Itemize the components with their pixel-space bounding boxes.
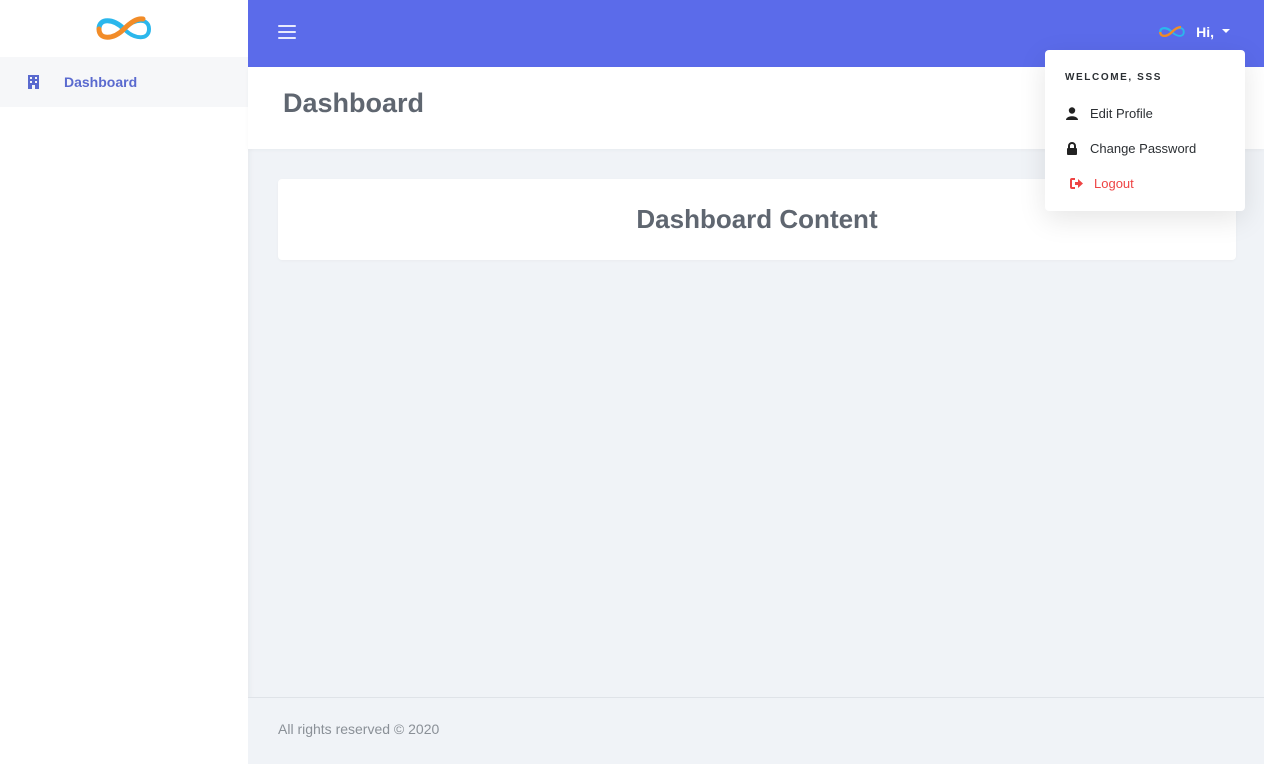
caret-down-icon [1222,29,1230,33]
footer: All rights reserved © 2020 [248,697,1264,764]
hamburger-icon[interactable] [278,25,296,41]
logout-menu-item[interactable]: Logout [1069,176,1134,191]
sidebar-item-label: Dashboard [64,74,138,90]
user-dropdown-menu: WELCOME, SSS Edit Profile Change Passwor… [1045,50,1245,211]
building-icon [27,75,39,89]
user-greeting: Hi, [1196,24,1214,40]
content-title: Dashboard Content [636,204,878,234]
sidebar-item-dashboard[interactable]: Dashboard [0,57,248,107]
infinity-logo-icon [96,15,152,40]
user-menu-toggle[interactable]: Hi, [1156,24,1230,40]
logout-label: Logout [1094,176,1134,191]
footer-text: All rights reserved © 2020 [278,721,440,737]
change-password-label: Change Password [1090,141,1197,156]
lock-icon [1065,142,1079,156]
sidebar: Dashboard [0,0,248,764]
user-icon [1065,107,1079,121]
change-password-menu-item[interactable]: Change Password [1065,141,1196,156]
page-title: Dashboard [283,88,425,118]
sign-out-icon [1069,177,1083,191]
edit-profile-menu-item[interactable]: Edit Profile [1065,106,1153,121]
dropdown-header: WELCOME, SSS [1065,72,1162,83]
brand-logo[interactable] [0,0,248,57]
edit-profile-label: Edit Profile [1090,106,1153,121]
user-avatar-icon [1159,26,1185,38]
